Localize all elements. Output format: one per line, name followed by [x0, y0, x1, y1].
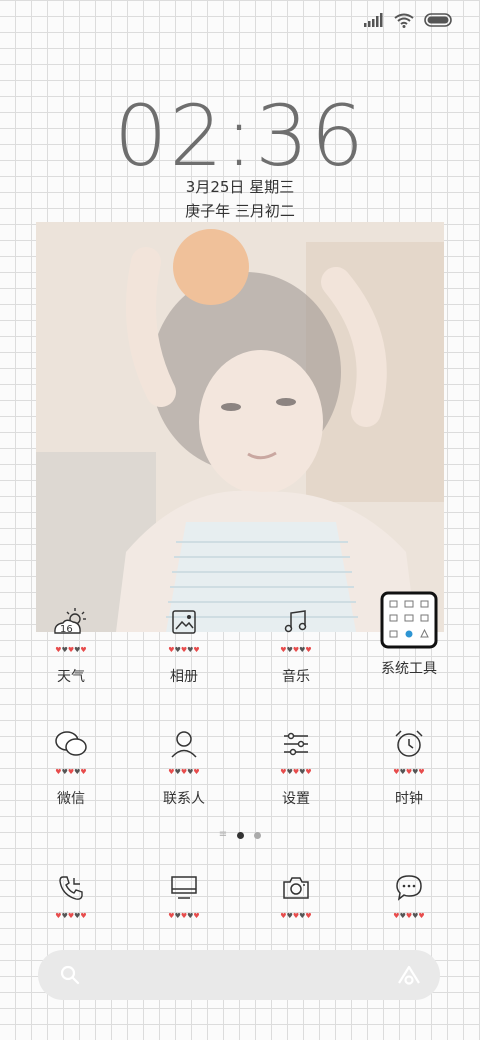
- page-dot-active[interactable]: [237, 831, 245, 839]
- hearts-decoration: ♥♥♥♥♥: [168, 646, 200, 654]
- clock-icon: [354, 722, 464, 766]
- app-weather[interactable]: 16 ♥♥♥♥♥ 天气: [16, 600, 126, 686]
- wechat-icon: [16, 722, 126, 766]
- app-label: 音乐: [282, 669, 310, 685]
- app-music[interactable]: ♥♥♥♥♥ 音乐: [241, 600, 351, 686]
- wallpaper-photo: [36, 222, 444, 632]
- page-dot[interactable]: [254, 831, 262, 839]
- hearts-decoration: ♥♥♥♥♥: [55, 646, 87, 654]
- page-indicator[interactable]: ≡: [0, 830, 480, 840]
- app-label: 微信: [57, 791, 85, 807]
- messages-icon: [354, 866, 464, 910]
- app-label: 相册: [170, 669, 198, 685]
- status-bar: [364, 10, 454, 30]
- search-icon: [60, 965, 80, 989]
- app-wechat[interactable]: ♥♥♥♥♥ 微信: [16, 722, 126, 808]
- gallery-icon: [129, 600, 239, 644]
- hearts-decoration: ♥♥♥♥♥: [393, 768, 425, 776]
- camera-icon: [241, 866, 351, 910]
- svg-text:16: 16: [60, 624, 73, 635]
- music-icon: [241, 600, 351, 644]
- hearts-decoration: ♥♥♥♥♥: [280, 646, 312, 654]
- weather-icon: 16: [16, 600, 126, 644]
- date-text: 3月25日 星期三: [185, 178, 295, 196]
- search-bar[interactable]: [38, 950, 440, 1000]
- hearts-decoration: ♥♥♥♥♥: [280, 768, 312, 776]
- hearts-decoration: ♥♥♥♥♥: [55, 912, 87, 920]
- hearts-decoration: ♥♥♥♥♥: [168, 768, 200, 776]
- lunar-date-text: 庚子年 三月初二: [185, 202, 295, 220]
- hearts-decoration: ♥♥♥♥♥: [168, 912, 200, 920]
- app-label: 天气: [57, 669, 85, 685]
- dock-tv[interactable]: ♥♥♥♥♥: [129, 866, 239, 920]
- app-gallery[interactable]: ♥♥♥♥♥ 相册: [129, 600, 239, 686]
- app-clock[interactable]: ♥♥♥♥♥ 时钟: [354, 722, 464, 808]
- hearts-decoration: ♥♥♥♥♥: [55, 768, 87, 776]
- hearts-decoration: ♥♥♥♥♥: [280, 912, 312, 920]
- page-list-icon[interactable]: ≡: [219, 830, 227, 840]
- signal-icon: [364, 13, 384, 27]
- system-tools-folder-icon: [354, 590, 464, 650]
- assistant-icon[interactable]: [396, 964, 422, 990]
- battery-icon: [424, 13, 454, 27]
- photo-widget[interactable]: [36, 222, 444, 632]
- dock-camera[interactable]: ♥♥♥♥♥: [241, 866, 351, 920]
- phone-icon: [16, 866, 126, 910]
- clock-time[interactable]: 02:36: [0, 86, 480, 186]
- app-label: 联系人: [163, 791, 205, 807]
- hearts-decoration: ♥♥♥♥♥: [393, 912, 425, 920]
- app-settings[interactable]: ♥♥♥♥♥ 设置: [241, 722, 351, 808]
- settings-icon: [241, 722, 351, 766]
- app-label: 设置: [282, 791, 310, 807]
- app-label: 时钟: [395, 791, 423, 807]
- contacts-icon: [129, 722, 239, 766]
- app-contacts[interactable]: ♥♥♥♥♥ 联系人: [129, 722, 239, 808]
- dock-messages[interactable]: ♥♥♥♥♥: [354, 866, 464, 920]
- wifi-icon: [394, 13, 414, 28]
- dock-phone[interactable]: ♥♥♥♥♥: [16, 866, 126, 920]
- tv-icon: [129, 866, 239, 910]
- folder-system-tools[interactable]: 系统工具: [354, 590, 464, 678]
- app-label: 系统工具: [381, 661, 437, 677]
